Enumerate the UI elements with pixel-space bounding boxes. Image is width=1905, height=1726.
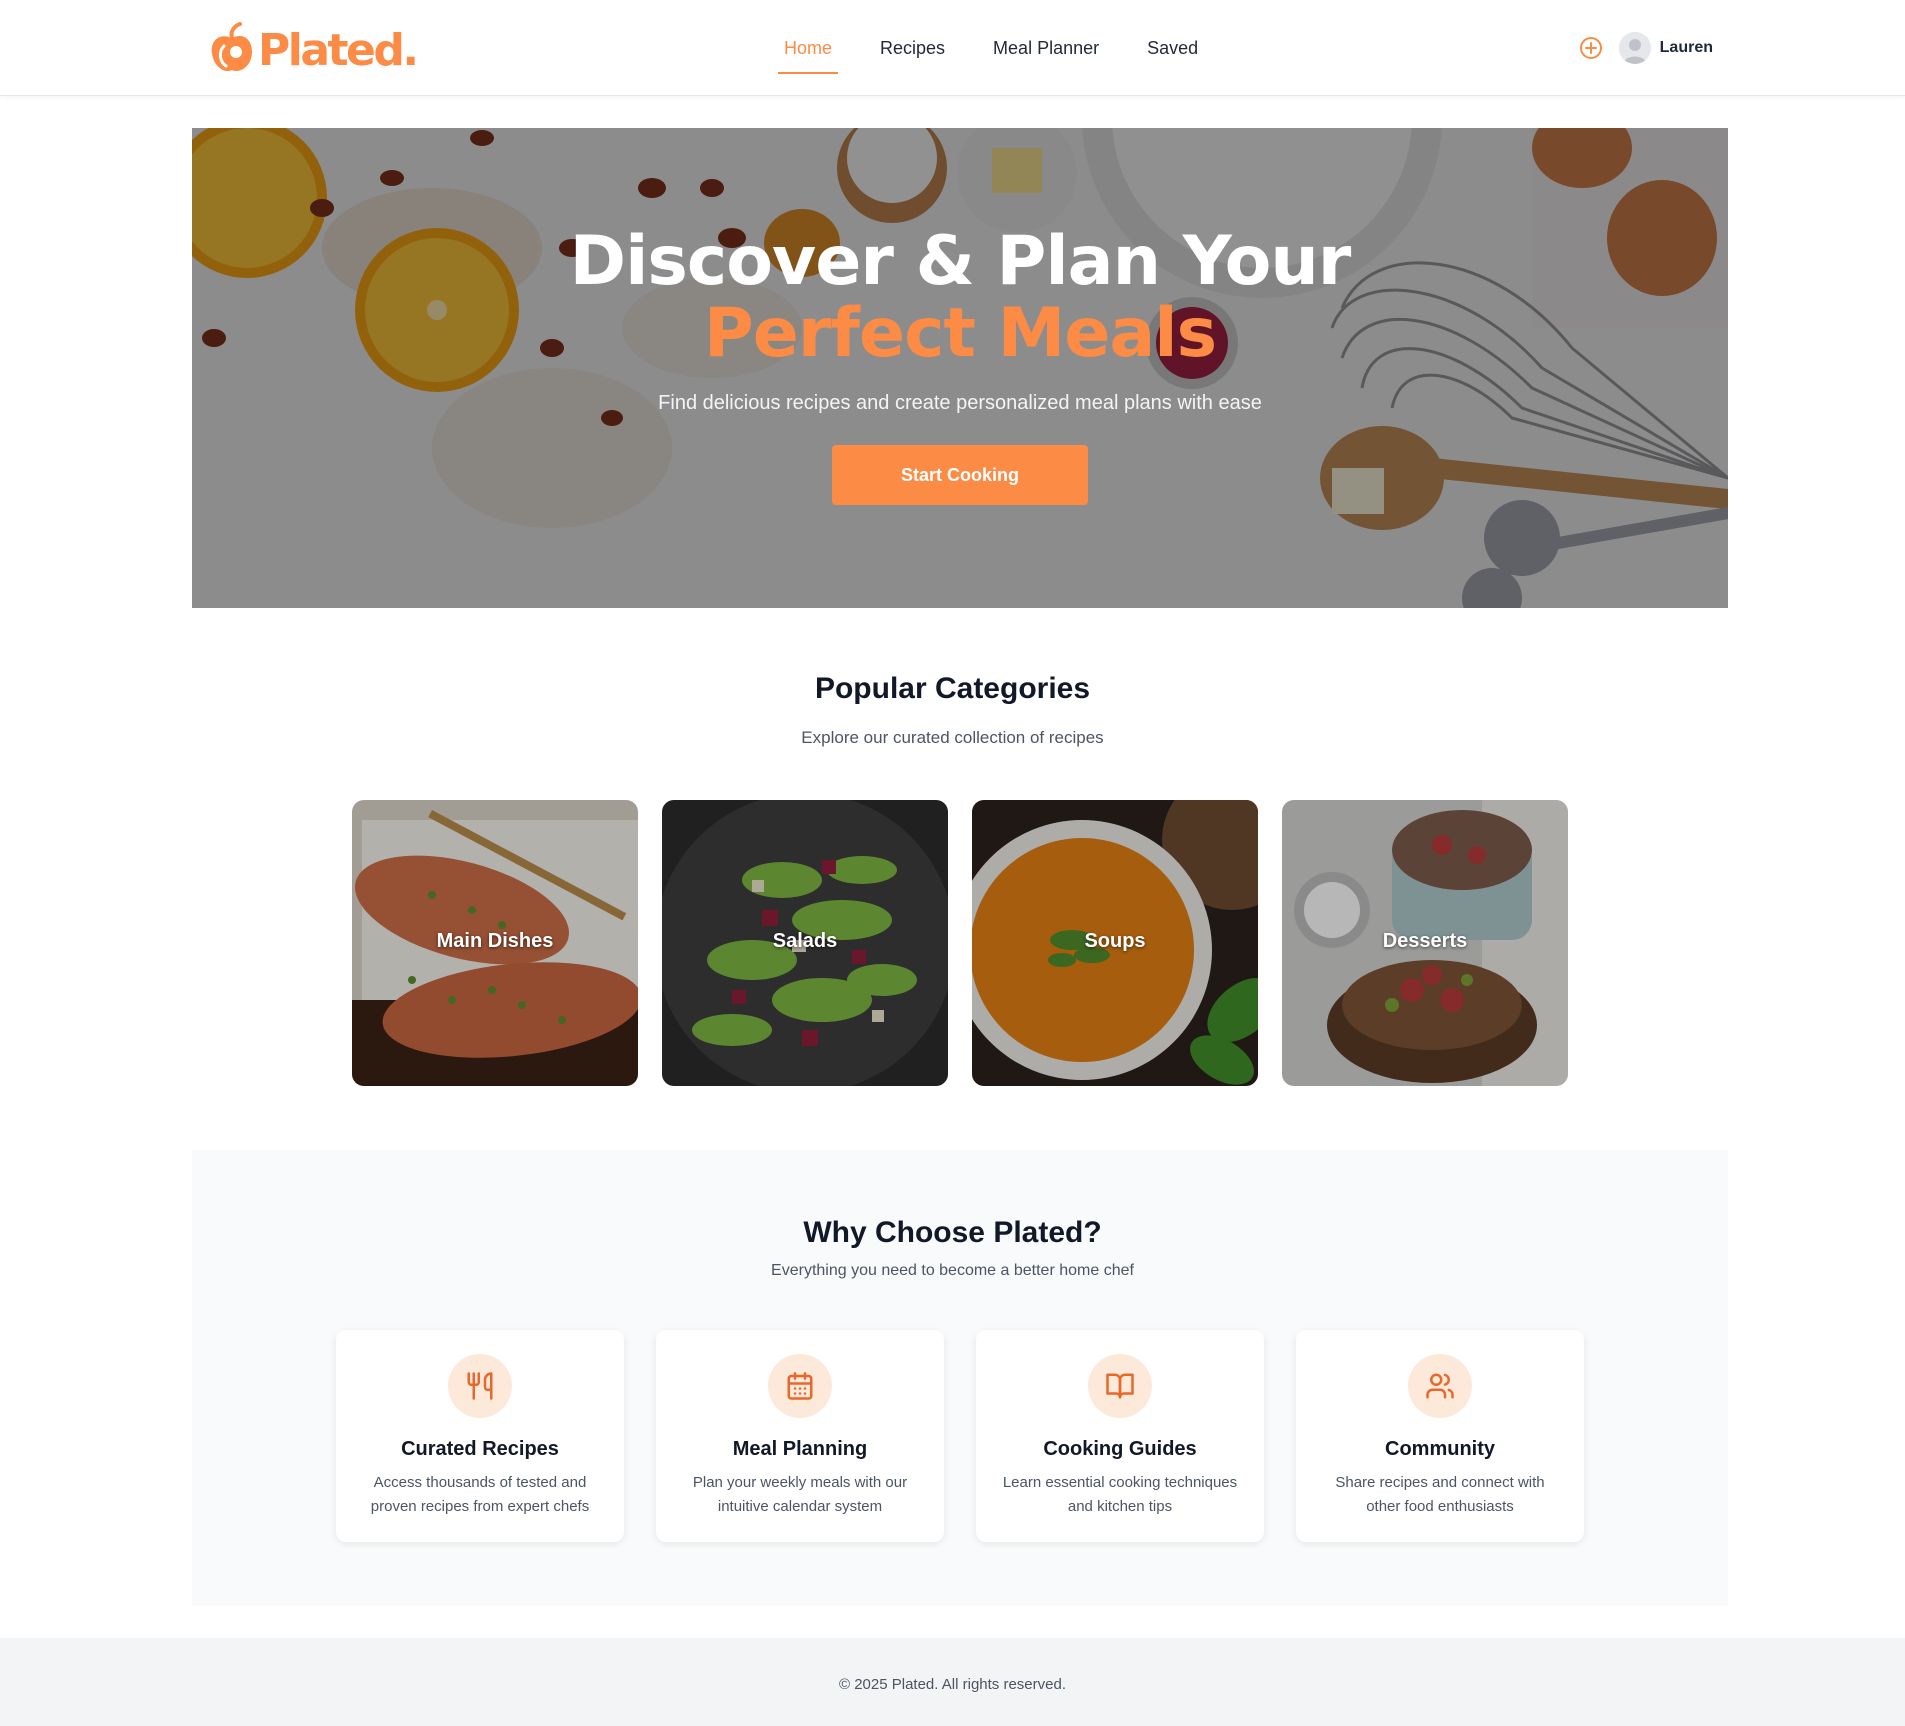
avatar — [1618, 32, 1651, 64]
feature-title: Meal Planning — [732, 1438, 868, 1460]
features-title: Why Choose Plated? — [803, 1216, 1102, 1249]
feature-card-meal-planning: Meal Planning Plan your weekly meals wit… — [656, 1330, 944, 1542]
footer-copyright: © 2025 Plated. All rights reserved. — [838, 1676, 1066, 1693]
feature-card-community: Community Share recipes and connect with… — [1296, 1330, 1584, 1542]
calendar-icon — [787, 1372, 813, 1400]
user-name: Lauren — [1659, 39, 1713, 56]
feature-icon-wrap — [1088, 1354, 1152, 1418]
category-label-main-dishes: Main Dishes — [436, 930, 554, 952]
category-grid: Main Dishes Salads Soups Desserts — [352, 800, 1568, 1086]
feature-description: Plan your weekly meals with our intuitiv… — [692, 1474, 908, 1515]
category-card-soups[interactable]: Soups — [972, 800, 1258, 1086]
site-footer: © 2025 Plated. All rights reserved. — [0, 1638, 1905, 1726]
hero-content: Discover & Plan Your Perfect Meals Find … — [192, 226, 1728, 505]
category-card-desserts[interactable]: Desserts — [1282, 800, 1568, 1086]
brand-name: Plated. — [258, 24, 419, 76]
nav-meal-planner[interactable]: Meal Planner — [969, 0, 1123, 96]
feature-icon-wrap — [1408, 1354, 1472, 1418]
feature-title: Cooking Guides — [1043, 1438, 1197, 1460]
hero-title-line1: Discover & Plan Your — [569, 222, 1352, 301]
feature-description: Access thousands of tested and proven re… — [370, 1474, 590, 1515]
user-avatar-icon — [1618, 32, 1651, 64]
brand-logo[interactable]: Plated. — [208, 22, 419, 78]
peach-logo-icon — [211, 22, 252, 72]
feature-description: Share recipes and connect with other foo… — [1335, 1474, 1545, 1515]
nav-saved[interactable]: Saved — [1123, 0, 1222, 96]
feature-description: Learn essential cooking techniques and k… — [1002, 1474, 1238, 1515]
utensils-icon — [467, 1372, 493, 1400]
feature-icon-wrap — [448, 1354, 512, 1418]
category-label-desserts: Desserts — [1382, 930, 1468, 952]
category-card-salads[interactable]: Salads — [662, 800, 948, 1086]
nav-recipes[interactable]: Recipes — [856, 0, 969, 96]
main-nav: Home Recipes Meal Planner Saved — [760, 0, 1222, 96]
users-icon — [1426, 1373, 1454, 1399]
header-actions: Lauren — [1579, 30, 1713, 66]
feature-icon-wrap — [768, 1354, 832, 1418]
features-subtitle: Everything you need to become a better h… — [771, 1262, 1134, 1279]
category-label-soups: Soups — [1084, 930, 1146, 952]
categories-title: Popular Categories — [814, 672, 1091, 705]
site-header: Plated. Home Recipes Meal Planner Saved … — [0, 0, 1905, 96]
hero-banner: Discover & Plan Your Perfect Meals Find … — [192, 128, 1728, 608]
feature-title: Community — [1385, 1438, 1495, 1460]
category-label-salads: Salads — [772, 930, 838, 952]
start-cooking-button[interactable]: Start Cooking — [832, 445, 1088, 505]
feature-card-cooking-guides: Cooking Guides Learn essential cooking t… — [976, 1330, 1264, 1542]
feature-grid: Curated Recipes Access thousands of test… — [336, 1330, 1584, 1542]
user-menu[interactable]: Lauren — [1618, 32, 1713, 64]
categories-subtitle: Explore our curated collection of recipe… — [801, 728, 1104, 747]
hero-subtitle: Find delicious recipes and create person… — [658, 392, 1262, 414]
feature-card-curated-recipes: Curated Recipes Access thousands of test… — [336, 1330, 624, 1542]
category-card-main-dishes[interactable]: Main Dishes — [352, 800, 638, 1086]
nav-home[interactable]: Home — [760, 0, 856, 96]
feature-title: Curated Recipes — [401, 1438, 559, 1460]
hero-title-line2: Perfect Meals — [703, 294, 1217, 373]
book-open-icon — [1106, 1373, 1134, 1399]
plus-circle-icon[interactable] — [1579, 36, 1603, 60]
hero-title: Discover & Plan Your Perfect Meals — [192, 226, 1728, 370]
